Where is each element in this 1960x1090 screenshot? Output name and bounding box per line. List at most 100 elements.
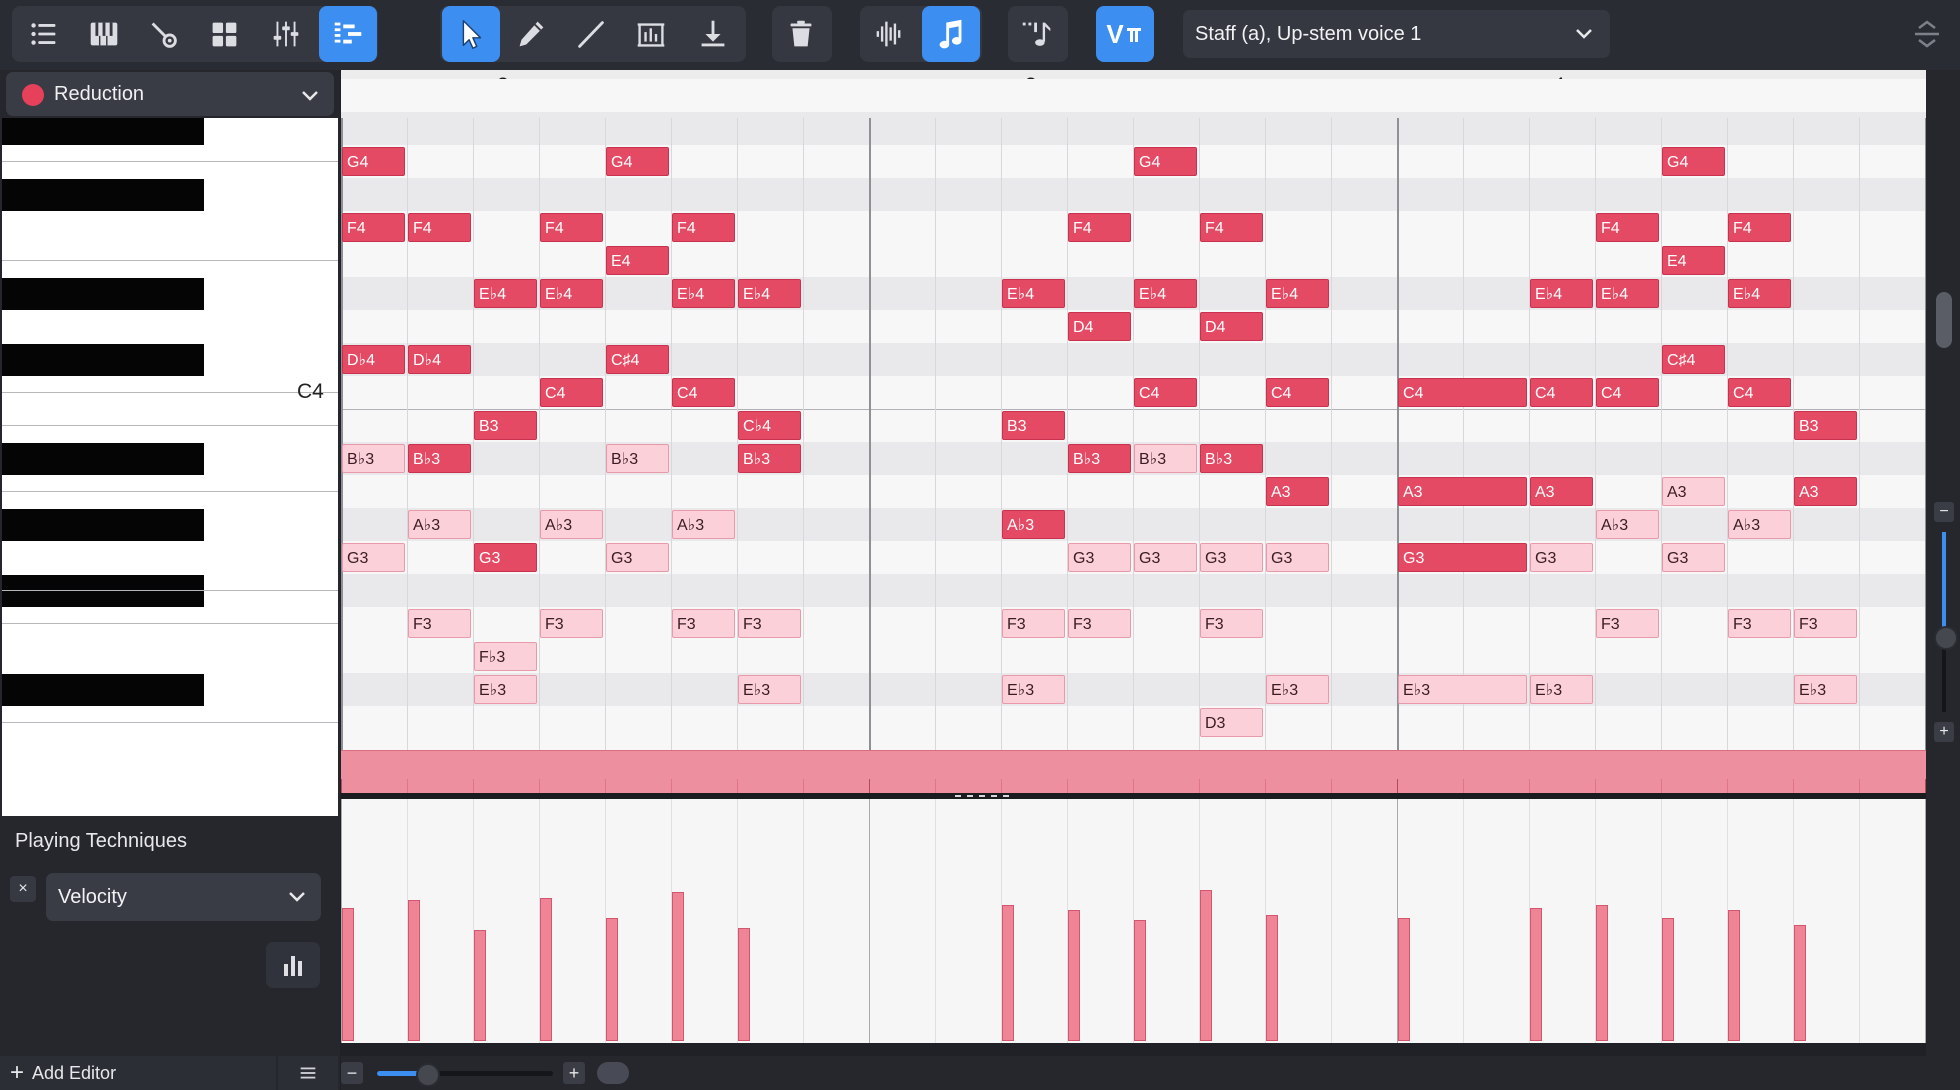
note-g4[interactable]: G4	[1134, 147, 1197, 176]
grid-icon[interactable]	[195, 6, 253, 62]
note-eb3[interactable]: E♭3	[1530, 675, 1593, 704]
note-cs4[interactable]: C♯4	[606, 345, 669, 374]
note-eb4[interactable]: E♭4	[1530, 279, 1593, 308]
note-f4[interactable]: F4	[672, 213, 735, 242]
note-c4[interactable]: C4	[672, 378, 735, 407]
playing-techniques-lane[interactable]	[341, 750, 1926, 794]
note-ab3[interactable]: A♭3	[408, 510, 471, 539]
note-g3[interactable]: G3	[342, 543, 405, 572]
line-tool-icon[interactable]	[562, 6, 620, 62]
note-eb3[interactable]: E♭3	[738, 675, 801, 704]
note-c4[interactable]: C4	[540, 378, 603, 407]
audio-waveform-icon[interactable]	[860, 6, 918, 62]
vertical-zoom-out-button[interactable]: −	[1934, 502, 1954, 522]
note-fb3[interactable]: F♭3	[474, 642, 537, 671]
black-key[interactable]	[2, 443, 204, 475]
velocity-bar[interactable]	[342, 908, 354, 1041]
note-f4[interactable]: F4	[1728, 213, 1791, 242]
pointer-tool-icon[interactable]	[442, 6, 500, 62]
zoom-out-button[interactable]: −	[341, 1062, 363, 1084]
note-bb3[interactable]: B♭3	[1200, 444, 1263, 473]
velocity-bar[interactable]	[606, 918, 618, 1041]
note-f4[interactable]: F4	[1596, 213, 1659, 242]
close-velocity-editor-button[interactable]: ×	[10, 876, 36, 902]
note-c4[interactable]: C4	[1266, 378, 1329, 407]
note-g3[interactable]: G3	[1134, 543, 1197, 572]
note-eb4[interactable]: E♭4	[672, 279, 735, 308]
note-f3[interactable]: F3	[1596, 609, 1659, 638]
note-f4[interactable]: F4	[1200, 213, 1263, 242]
note-db4[interactable]: D♭4	[342, 345, 405, 374]
note-d4[interactable]: D4	[1068, 312, 1131, 341]
velocity-bar[interactable]	[1002, 905, 1014, 1041]
note-c4[interactable]: C4	[1530, 378, 1593, 407]
note-bb3[interactable]: B♭3	[342, 444, 405, 473]
vertical-zoom-thumb[interactable]	[1934, 626, 1958, 650]
note-f4[interactable]: F4	[1068, 213, 1131, 242]
note-b3[interactable]: B3	[1794, 411, 1857, 440]
note-ab3[interactable]: A♭3	[1596, 510, 1659, 539]
add-editor-button[interactable]: + Add Editor	[0, 1056, 276, 1090]
note-eb3[interactable]: E♭3	[1002, 675, 1065, 704]
black-key[interactable]	[2, 118, 204, 145]
vertical-scrollbar-thumb[interactable]	[1936, 292, 1952, 348]
select-range-icon[interactable]	[622, 6, 680, 62]
note-c4[interactable]: C4	[1596, 378, 1659, 407]
note-f4[interactable]: F4	[540, 213, 603, 242]
note-f3[interactable]: F3	[1200, 609, 1263, 638]
note-f3[interactable]: F3	[672, 609, 735, 638]
list-icon[interactable]	[15, 6, 73, 62]
piano-roll-icon[interactable]	[75, 6, 133, 62]
note-eb3[interactable]: E♭3	[474, 675, 537, 704]
piano-roll-grid[interactable]: 234 G4G4G4G4F4F4F4F4F4F4F4F4E4E4E♭4E♭4E♭…	[341, 70, 1926, 750]
velocity-lane[interactable]	[341, 799, 1926, 1043]
note-eb4[interactable]: E♭4	[1596, 279, 1659, 308]
note-eb4[interactable]: E♭4	[1266, 279, 1329, 308]
note-cs4[interactable]: C♯4	[1662, 345, 1725, 374]
vertical-zoom-slider[interactable]	[1942, 532, 1946, 712]
note-a3[interactable]: A3	[1530, 477, 1593, 506]
note-c4[interactable]: C4	[1728, 378, 1791, 407]
velocity-bar[interactable]	[1530, 908, 1542, 1041]
note-f3[interactable]: F3	[1794, 609, 1857, 638]
note-f3[interactable]: F3	[408, 609, 471, 638]
note-g3[interactable]: G3	[1266, 543, 1329, 572]
key-editor-icon[interactable]	[319, 6, 377, 62]
note-g3[interactable]: G3	[1530, 543, 1593, 572]
note-b3[interactable]: B3	[474, 411, 537, 440]
trash-icon[interactable]	[772, 6, 830, 62]
note-g3[interactable]: G3	[474, 543, 537, 572]
note-bb3[interactable]: B♭3	[606, 444, 669, 473]
note-bb3[interactable]: B♭3	[1068, 444, 1131, 473]
black-key[interactable]	[2, 575, 204, 607]
note-f3[interactable]: F3	[738, 609, 801, 638]
instrument-select[interactable]: Reduction	[6, 72, 334, 116]
note-d3[interactable]: D3	[1200, 708, 1263, 737]
zoom-toggle[interactable]	[597, 1062, 629, 1084]
velocity-bar[interactable]	[1266, 915, 1278, 1041]
note-g3[interactable]: G3	[606, 543, 669, 572]
insert-icon[interactable]	[684, 6, 742, 62]
zoom-in-button[interactable]: +	[563, 1062, 585, 1084]
note-g4[interactable]: G4	[1662, 147, 1725, 176]
velocity-bar[interactable]	[408, 900, 420, 1041]
black-key[interactable]	[2, 179, 204, 211]
note-c4[interactable]: C4	[1398, 378, 1527, 407]
note-d4[interactable]: D4	[1200, 312, 1263, 341]
note-icon[interactable]	[922, 6, 980, 62]
zoom-slider[interactable]	[377, 1071, 553, 1076]
note-a3[interactable]: A3	[1266, 477, 1329, 506]
note-eb4[interactable]: E♭4	[540, 279, 603, 308]
velocity-parameter-select[interactable]: Velocity	[46, 873, 321, 921]
note-c4[interactable]: C4	[1134, 378, 1197, 407]
zoom-slider-thumb[interactable]	[416, 1063, 440, 1087]
note-g4[interactable]: G4	[342, 147, 405, 176]
note-ab3[interactable]: A♭3	[1002, 510, 1065, 539]
note-eb4[interactable]: E♭4	[738, 279, 801, 308]
note-f3[interactable]: F3	[1728, 609, 1791, 638]
menu-icon[interactable]	[278, 1056, 338, 1090]
note-eb4[interactable]: E♭4	[1728, 279, 1791, 308]
velocity-bar[interactable]	[672, 892, 684, 1041]
note-eb4[interactable]: E♭4	[474, 279, 537, 308]
collapse-toolbar-icon[interactable]	[1905, 14, 1949, 54]
